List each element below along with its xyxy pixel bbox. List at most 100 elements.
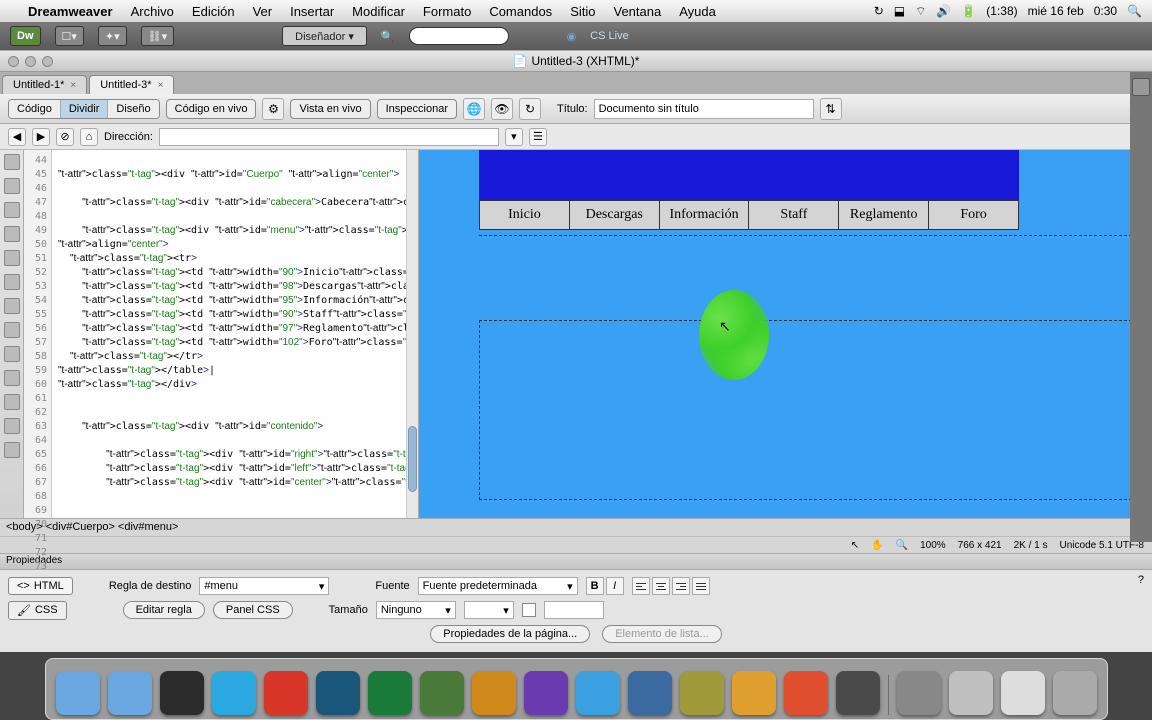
code-scrollbar[interactable] [406, 150, 418, 518]
dock-app-8[interactable] [472, 671, 516, 715]
window-close[interactable] [8, 56, 19, 67]
split-view-button[interactable]: Dividir [61, 100, 109, 118]
dock-app-2[interactable] [160, 671, 204, 715]
search-input[interactable] [409, 27, 509, 45]
tool-icon[interactable] [4, 394, 20, 410]
code-body[interactable]: "t-attr">class="t-tag"><div "t-attr">id=… [52, 150, 418, 518]
dock-app-3[interactable] [212, 671, 256, 715]
bold-button[interactable]: B [586, 577, 604, 595]
window-min[interactable] [25, 56, 36, 67]
tool-icon[interactable] [4, 346, 20, 362]
dock-app-13[interactable] [732, 671, 776, 715]
edit-rule-button[interactable]: Editar regla [123, 601, 205, 619]
dock-app-5[interactable] [316, 671, 360, 715]
app-name[interactable]: Dreamweaver [28, 4, 113, 19]
menu-archivo[interactable]: Archivo [131, 4, 174, 19]
design-preview[interactable]: Inicio Descargas Información Staff Regla… [419, 150, 1152, 518]
tool-icon[interactable] [4, 442, 20, 458]
tool-icon[interactable] [4, 322, 20, 338]
dock-app-12[interactable] [680, 671, 724, 715]
color-input[interactable] [544, 601, 604, 619]
preview-contenido[interactable] [479, 320, 1142, 500]
menubar-date[interactable]: mié 16 feb [1028, 4, 1084, 18]
nav-descargas[interactable]: Descargas [570, 201, 660, 229]
nav-staff[interactable]: Staff [749, 201, 839, 229]
dock-app-19[interactable] [1053, 671, 1097, 715]
dock-app-17[interactable] [949, 671, 993, 715]
zoom-tool-icon[interactable]: 🔍 [896, 540, 908, 551]
menu-insertar[interactable]: Insertar [290, 4, 334, 19]
dock-app-1[interactable] [108, 671, 152, 715]
dock-app-16[interactable] [897, 671, 941, 715]
cslive-icon[interactable]: ◉ [567, 30, 577, 43]
cslive-link[interactable]: CS Live [590, 30, 629, 42]
dropbox-icon[interactable]: ⬓ [894, 4, 905, 18]
align-center[interactable] [652, 577, 670, 595]
design-view-button[interactable]: Diseño [108, 100, 158, 118]
html-mode-button[interactable]: <> HTML [8, 577, 73, 595]
dock-app-7[interactable] [420, 671, 464, 715]
tool-icon[interactable] [4, 370, 20, 386]
tab-untitled-1[interactable]: Untitled-1* × [2, 75, 87, 94]
tool-icon[interactable] [4, 202, 20, 218]
right-panel-strip[interactable] [1130, 72, 1152, 542]
italic-button[interactable]: I [606, 577, 624, 595]
sync-icon[interactable]: ↻ [874, 4, 884, 18]
nav-foro[interactable]: Foro [929, 201, 1018, 229]
menu-ver[interactable]: Ver [253, 4, 273, 19]
panel-icon[interactable] [1132, 78, 1150, 96]
dock-app-14[interactable] [784, 671, 828, 715]
inspect-button[interactable]: Inspeccionar [377, 99, 457, 119]
tab-untitled-3[interactable]: Untitled-3* × [89, 75, 174, 94]
preview-menu[interactable]: Inicio Descargas Información Staff Regla… [479, 200, 1019, 230]
align-right[interactable] [672, 577, 690, 595]
menubar-clock[interactable]: 0:30 [1094, 4, 1117, 18]
preview-cabecera[interactable] [479, 150, 1019, 200]
menu-comandos[interactable]: Comandos [489, 4, 552, 19]
reload-icon[interactable]: ↻ [519, 98, 541, 120]
zoom-level[interactable]: 100% [920, 540, 946, 551]
tool-icon[interactable] [4, 226, 20, 242]
color-swatch[interactable] [522, 603, 536, 617]
nav-forward[interactable]: ▶ [32, 128, 50, 146]
target-rule-select[interactable]: #menu▾ [199, 577, 329, 595]
align-justify[interactable] [692, 577, 710, 595]
spotlight-icon[interactable]: 🔍 [1127, 4, 1142, 18]
hand-tool-icon[interactable]: ✋ [871, 540, 883, 551]
align-left[interactable] [632, 577, 650, 595]
tool-icon[interactable] [4, 274, 20, 290]
size-unit[interactable]: ▾ [464, 601, 514, 619]
nav-inicio[interactable]: Inicio [480, 201, 570, 229]
dock-app-4[interactable] [264, 671, 308, 715]
page-properties-button[interactable]: Propiedades de la página... [430, 625, 590, 643]
window-zoom[interactable] [42, 56, 53, 67]
dock-app-6[interactable] [368, 671, 412, 715]
menu-formato[interactable]: Formato [423, 4, 471, 19]
tool-icon[interactable] [4, 418, 20, 434]
address-input[interactable] [159, 128, 499, 146]
properties-header[interactable]: Propiedades [0, 554, 1152, 570]
font-select[interactable]: Fuente predeterminada▾ [418, 577, 578, 595]
title-input[interactable] [594, 99, 814, 119]
site-menu[interactable]: ⛓▾ [141, 26, 175, 46]
menu-sitio[interactable]: Sitio [570, 4, 595, 19]
file-mgmt-icon[interactable]: ⇅ [820, 98, 842, 120]
address-dropdown[interactable]: ▾ [505, 128, 523, 146]
battery-icon[interactable]: 🔋 [961, 4, 976, 18]
tool-icon[interactable] [4, 250, 20, 266]
size-select[interactable]: Ninguno▾ [376, 601, 456, 619]
menu-ventana[interactable]: Ventana [613, 4, 661, 19]
tool-icon[interactable] [4, 154, 20, 170]
check-icon[interactable]: ⚙ [262, 98, 284, 120]
help-icon[interactable]: ? [1138, 574, 1144, 586]
code-editor[interactable]: 44 45 46 47 48 49 50 51 52 53 54 55 56 5… [24, 150, 419, 518]
css-mode-button[interactable]: 🖌 CSS [8, 601, 67, 620]
tool-icon[interactable] [4, 298, 20, 314]
nav-home[interactable]: ⌂ [80, 128, 98, 146]
dock-app-10[interactable] [576, 671, 620, 715]
live-view-button[interactable]: Vista en vivo [290, 99, 370, 119]
close-icon[interactable]: × [158, 80, 164, 91]
extend-menu[interactable]: ✦▾ [98, 26, 127, 46]
dock-app-9[interactable] [524, 671, 568, 715]
select-tool-icon[interactable]: ↖ [851, 540, 859, 551]
